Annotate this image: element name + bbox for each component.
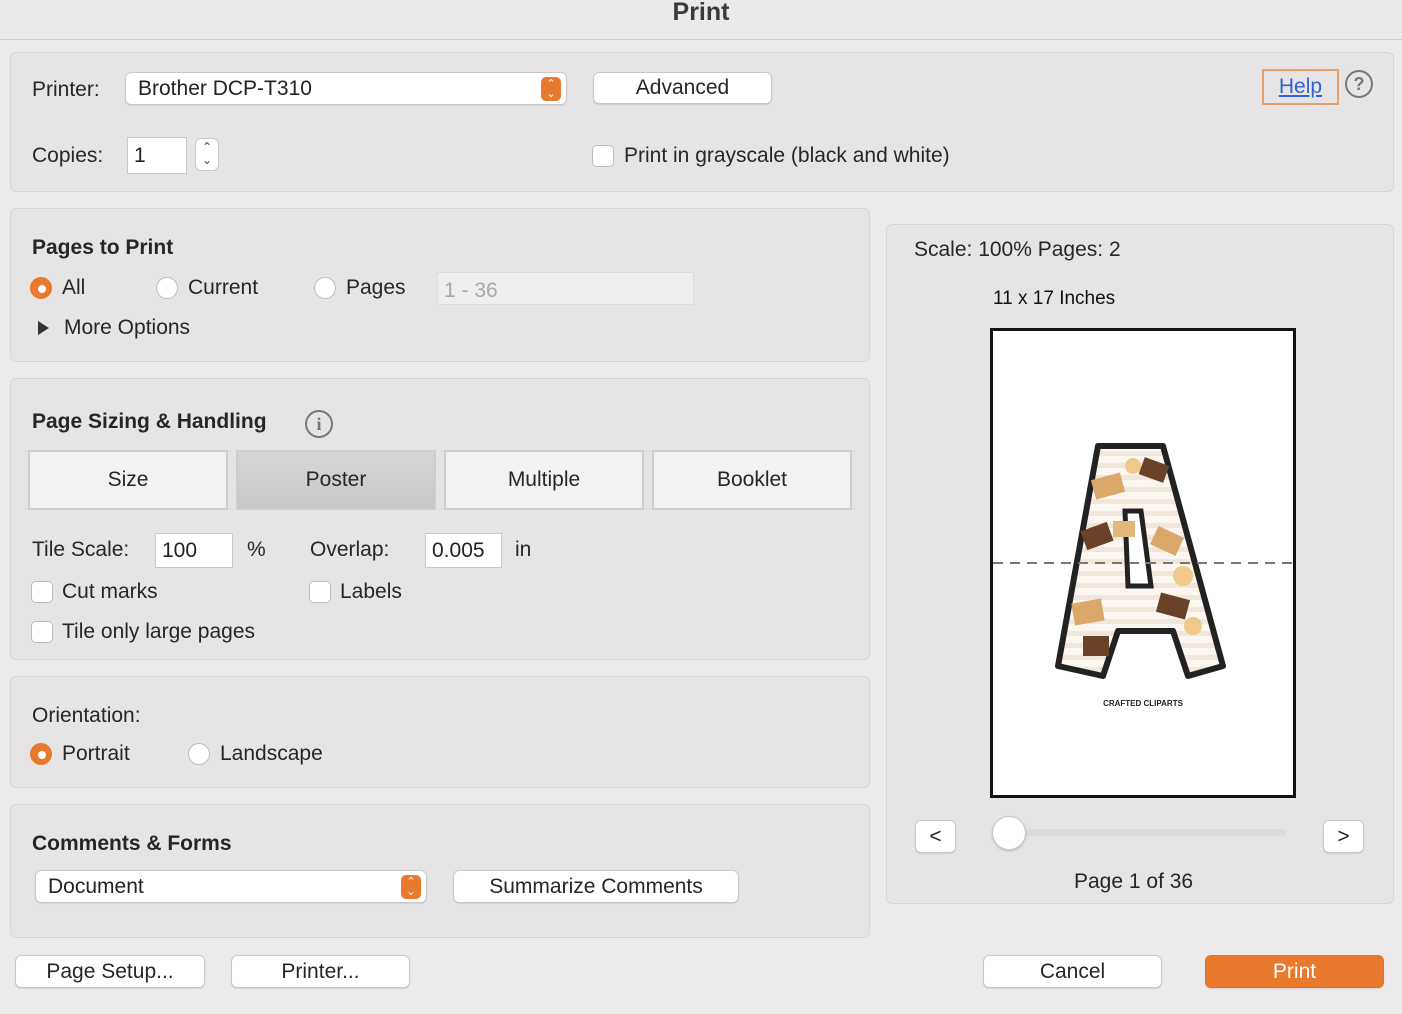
disclosure-triangle-icon[interactable] <box>38 321 49 335</box>
scale-pages-text: Scale: 100% Pages: 2 <box>914 238 1121 261</box>
copies-label: Copies: <box>32 144 104 167</box>
labels-checkbox[interactable] <box>309 581 331 603</box>
chevron-up-icon: ⌃ <box>201 140 213 154</box>
help-link-label: Help <box>1278 75 1323 98</box>
more-options-label[interactable]: More Options <box>64 316 190 340</box>
print-button[interactable]: Print <box>1205 955 1384 988</box>
overlap-field[interactable]: 0.005 <box>425 533 502 568</box>
page-indicator: Page 1 of 36 <box>1074 870 1194 893</box>
copies-field[interactable]: 1 <box>127 137 187 174</box>
printer-button[interactable]: Printer... <box>231 955 410 988</box>
tab-multiple[interactable]: Multiple <box>444 450 644 510</box>
window-title: Print <box>0 0 1402 40</box>
radio-pages-label: Pages <box>346 276 406 299</box>
grayscale-label: Print in grayscale (black and white) <box>624 144 950 167</box>
page-setup-button[interactable]: Page Setup... <box>15 955 205 988</box>
overlap-label: Overlap: <box>310 538 390 561</box>
tile-scale-label: Tile Scale: <box>32 538 130 561</box>
cut-marks-checkbox[interactable] <box>31 581 53 603</box>
chevron-up-down-icon: ⌃ ⌄ <box>541 76 561 101</box>
copies-stepper[interactable]: ⌃ ⌄ <box>195 138 219 171</box>
page-slider-track[interactable] <box>1000 829 1286 836</box>
credit-text: CRAFTED CLIPARTS <box>1103 699 1184 708</box>
comments-select-value: Document <box>48 874 144 898</box>
next-page-button[interactable]: > <box>1323 820 1364 853</box>
tab-size[interactable]: Size <box>28 450 228 510</box>
page-range-field[interactable]: 1 - 36 <box>437 272 694 305</box>
help-link[interactable]: Help <box>1262 69 1339 105</box>
chevron-up-down-icon: ⌃ ⌄ <box>401 874 421 899</box>
tile-scale-unit: % <box>247 538 266 561</box>
cut-marks-label: Cut marks <box>62 580 158 603</box>
radio-all-label: All <box>62 276 86 299</box>
tab-booklet[interactable]: Booklet <box>652 450 852 510</box>
tile-scale-field[interactable]: 100 <box>155 533 233 568</box>
paper-size-label: 11 x 17 Inches <box>993 288 1116 309</box>
tab-poster[interactable]: Poster <box>236 450 436 510</box>
radio-landscape[interactable] <box>188 743 210 765</box>
radio-portrait-label: Portrait <box>62 742 130 765</box>
radio-all[interactable] <box>30 277 52 299</box>
page-sizing-heading: Page Sizing & Handling <box>32 410 267 433</box>
help-icon[interactable]: ? <box>1345 70 1373 98</box>
chevron-down-icon: ⌄ <box>201 153 213 167</box>
page-preview: CRAFTED CLIPARTS <box>990 328 1296 798</box>
comments-select[interactable]: Document ⌃ ⌄ <box>35 870 427 903</box>
comments-forms-heading: Comments & Forms <box>32 832 232 855</box>
summarize-comments-button[interactable]: Summarize Comments <box>453 870 739 903</box>
overlap-unit: in <box>515 538 532 561</box>
cancel-button[interactable]: Cancel <box>983 955 1162 988</box>
printer-label: Printer: <box>32 78 100 101</box>
orientation-heading: Orientation: <box>32 704 141 727</box>
pages-to-print-heading: Pages to Print <box>32 236 174 259</box>
radio-pages[interactable] <box>314 277 336 299</box>
orientation-panel <box>10 676 870 788</box>
radio-landscape-label: Landscape <box>220 742 323 765</box>
printer-select[interactable]: Brother DCP-T310 ⌃ ⌄ <box>125 72 567 105</box>
radio-current[interactable] <box>156 277 178 299</box>
info-icon[interactable]: i <box>305 410 333 438</box>
printer-select-value: Brother DCP-T310 <box>138 76 312 100</box>
advanced-button[interactable]: Advanced <box>593 72 772 104</box>
tile-large-checkbox[interactable] <box>31 621 53 643</box>
prev-page-button[interactable]: < <box>915 820 956 853</box>
page-slider-knob[interactable] <box>992 816 1026 850</box>
radio-current-label: Current <box>188 276 259 299</box>
labels-label: Labels <box>340 580 402 603</box>
grayscale-checkbox[interactable] <box>592 145 614 167</box>
letter-a-artwork: CRAFTED CLIPARTS <box>993 443 1293 708</box>
radio-portrait[interactable] <box>30 743 52 765</box>
tile-large-label: Tile only large pages <box>62 620 255 643</box>
